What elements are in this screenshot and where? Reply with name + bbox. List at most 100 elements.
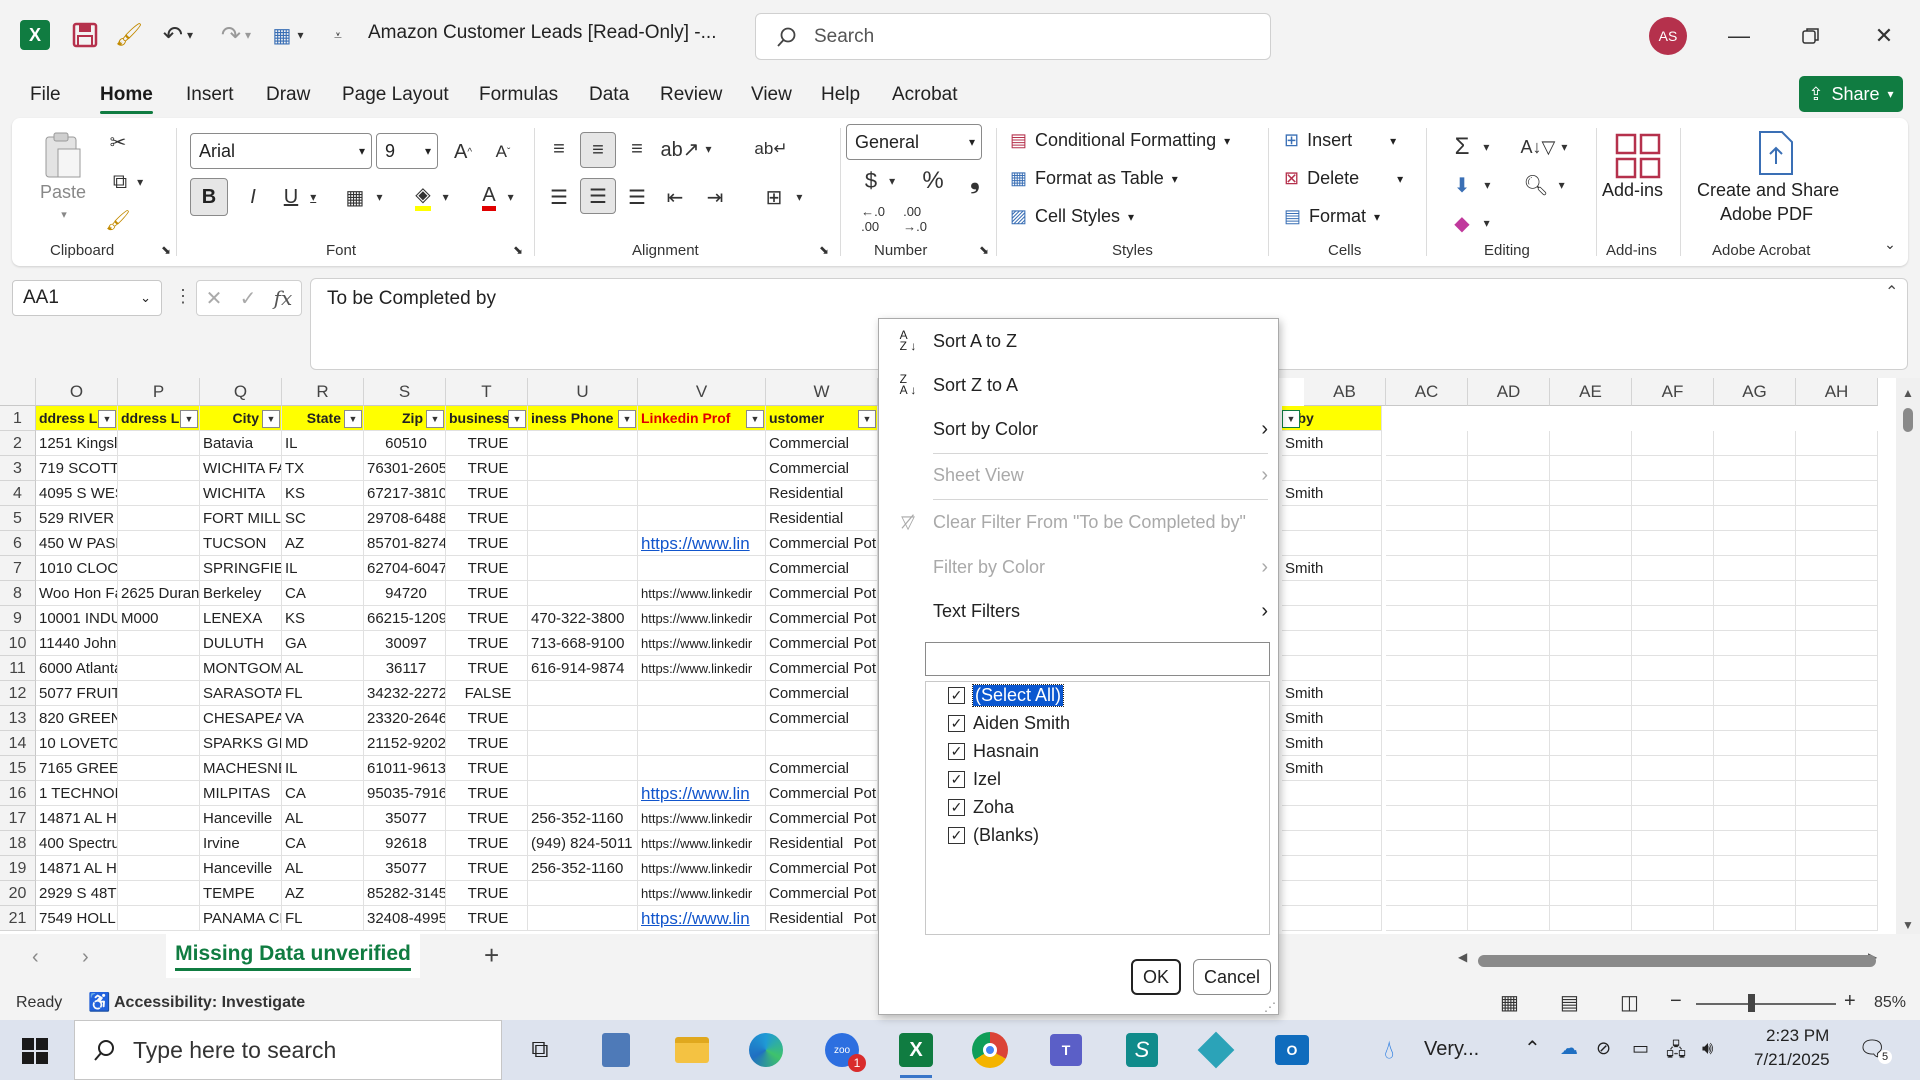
ok-button[interactable]: OK: [1131, 959, 1181, 995]
tab-acrobat[interactable]: Acrobat: [892, 84, 957, 106]
table-cell[interactable]: https://www.lin: [638, 531, 766, 556]
vertical-scroll-thumb[interactable]: [1903, 408, 1913, 432]
table-cell[interactable]: [638, 431, 766, 456]
insert-function-icon[interactable]: fx: [274, 286, 293, 310]
table-cell[interactable]: 67217-3810: [364, 481, 446, 506]
table-cell[interactable]: [1714, 906, 1796, 931]
row-header[interactable]: 10: [0, 631, 36, 656]
app-diamond-icon[interactable]: [1194, 1028, 1238, 1072]
table-cell[interactable]: [1632, 831, 1714, 856]
column-header-af[interactable]: AF: [1632, 378, 1714, 406]
table-cell[interactable]: Smith: [1282, 706, 1382, 731]
orientation-icon[interactable]: ab↗ ▾: [660, 132, 712, 166]
table-cell[interactable]: 7549 HOLLEY WOOD R: [36, 906, 118, 931]
table-cell[interactable]: [118, 431, 200, 456]
table-cell[interactable]: 95035-7916: [364, 781, 446, 806]
table-cell-x[interactable]: Pot: [850, 806, 878, 831]
table-cell[interactable]: [1632, 781, 1714, 806]
table-cell[interactable]: 2929 S 48TH ST: [36, 881, 118, 906]
merge-center-icon[interactable]: ⊞ ▾: [754, 180, 814, 214]
table-cell[interactable]: [1386, 806, 1468, 831]
accessibility-status[interactable]: Accessibility: Investigate: [114, 994, 305, 1012]
table-cell[interactable]: [1550, 781, 1632, 806]
zoom-level[interactable]: 85%: [1874, 994, 1906, 1012]
table-cell[interactable]: [1632, 456, 1714, 481]
table-cell[interactable]: [1550, 731, 1632, 756]
table-cell[interactable]: [1550, 831, 1632, 856]
meet-now-icon[interactable]: ⊘: [1596, 1038, 1611, 1059]
table-cell[interactable]: TRUE: [446, 756, 528, 781]
table-cell[interactable]: [1714, 706, 1796, 731]
table-cell[interactable]: [638, 556, 766, 581]
table-cell[interactable]: AL: [282, 856, 364, 881]
table-cell[interactable]: 820 GREENBRIER CIR S: [36, 706, 118, 731]
battery-icon[interactable]: ▭: [1632, 1038, 1649, 1059]
table-cell[interactable]: [1468, 531, 1550, 556]
table-cell[interactable]: [1386, 531, 1468, 556]
table-cell[interactable]: 14871 AL Highway 91: [36, 856, 118, 881]
filter-dropdown-button[interactable]: ▼: [262, 410, 280, 428]
table-cell[interactable]: 4095 S WEST ST: [36, 481, 118, 506]
checkbox-icon[interactable]: ✓: [948, 686, 965, 704]
table-cell[interactable]: Woo Hon Fa: [36, 581, 118, 606]
checkbox-icon[interactable]: ✓: [948, 826, 965, 844]
resize-grip-icon[interactable]: ⋰: [1264, 1000, 1276, 1014]
table-cell[interactable]: [638, 706, 766, 731]
table-cell[interactable]: [1632, 431, 1714, 456]
row-header[interactable]: 7: [0, 556, 36, 581]
minimize-icon[interactable]: —: [1719, 16, 1759, 56]
table-cell[interactable]: [528, 781, 638, 806]
table-cell[interactable]: [638, 481, 766, 506]
table-cell[interactable]: 1 TECHNOLOGY DR BL: [36, 781, 118, 806]
table-cell[interactable]: [1796, 656, 1878, 681]
table-cell[interactable]: https://www.linkedir: [638, 656, 766, 681]
table-cell[interactable]: https://www.linkedir: [638, 606, 766, 631]
column-header-ab[interactable]: AB: [1304, 378, 1386, 406]
table-cell-x[interactable]: Pot: [850, 581, 878, 606]
table-cell[interactable]: Commercial: [766, 456, 878, 481]
table-cell[interactable]: Smith: [1282, 756, 1382, 781]
table-cell[interactable]: [1550, 456, 1632, 481]
row-header[interactable]: 14: [0, 731, 36, 756]
filter-dropdown-button[interactable]: ▼: [746, 410, 764, 428]
table-cell[interactable]: 5077 FRUITVILLE RD ST: [36, 681, 118, 706]
collapse-ribbon-icon[interactable]: ⌄: [1880, 234, 1900, 254]
table-cell[interactable]: [1468, 806, 1550, 831]
borders-icon[interactable]: ▦ ▾: [336, 180, 392, 214]
table-cell[interactable]: [1468, 581, 1550, 606]
table-cell[interactable]: [1796, 531, 1878, 556]
table-cell[interactable]: [1282, 881, 1382, 906]
table-cell[interactable]: TRUE: [446, 781, 528, 806]
table-cell[interactable]: [528, 706, 638, 731]
filter-dropdown-button[interactable]: ▼: [98, 410, 116, 428]
table-cell[interactable]: TRUE: [446, 581, 528, 606]
table-cell[interactable]: [528, 556, 638, 581]
table-cell[interactable]: [1632, 806, 1714, 831]
table-cell[interactable]: Smith: [1282, 431, 1382, 456]
table-cell[interactable]: [1386, 606, 1468, 631]
search-box[interactable]: Search: [755, 13, 1271, 60]
table-cell[interactable]: [118, 456, 200, 481]
bold-button[interactable]: B: [190, 178, 228, 216]
decrease-indent-icon[interactable]: ⇤: [658, 180, 692, 214]
text-filters[interactable]: Text Filters ›: [879, 591, 1278, 631]
tab-help[interactable]: Help: [821, 84, 860, 106]
calculator-icon[interactable]: [594, 1028, 638, 1072]
table-cell[interactable]: 713-668-9100: [528, 631, 638, 656]
weather-icon[interactable]: 💧︎: [1384, 1034, 1394, 1066]
table-cell[interactable]: [1282, 781, 1382, 806]
tab-formulas[interactable]: Formulas: [479, 84, 558, 106]
tab-data[interactable]: Data: [589, 84, 629, 106]
table-cell[interactable]: Residential: [766, 506, 878, 531]
table-cell[interactable]: SPARKS GI: [200, 731, 282, 756]
table-cell[interactable]: [1282, 606, 1382, 631]
row-header[interactable]: 8: [0, 581, 36, 606]
decrease-font-icon[interactable]: Aˇ: [486, 136, 520, 168]
table-cell[interactable]: [1632, 756, 1714, 781]
borders-quick-icon[interactable]: ▦ ▾: [264, 18, 312, 52]
format-painter-icon[interactable]: 🖌: [112, 18, 146, 52]
zoom-in-icon[interactable]: +: [1844, 990, 1856, 1013]
table-cell[interactable]: TRUE: [446, 881, 528, 906]
undo-icon[interactable]: ↶ ▾: [154, 18, 202, 52]
table-cell[interactable]: [1796, 831, 1878, 856]
